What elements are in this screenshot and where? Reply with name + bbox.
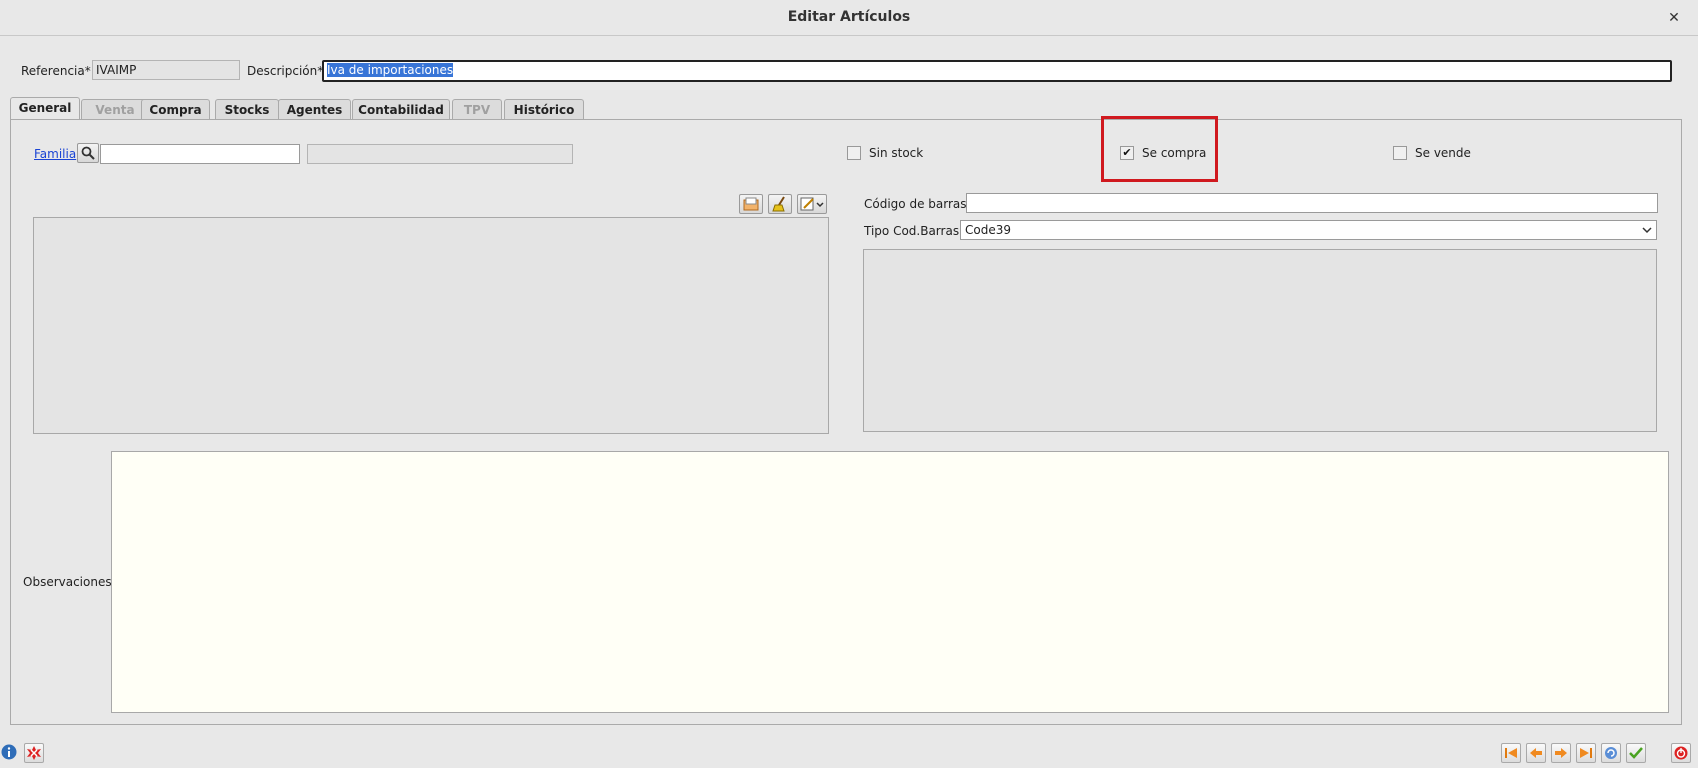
- last-record-icon[interactable]: [1576, 743, 1596, 763]
- descripcion-value: Iva de importaciones: [327, 63, 454, 77]
- se-vende-checkbox[interactable]: [1393, 146, 1407, 160]
- se-compra-label: Se compra: [1142, 146, 1207, 160]
- tab-historico[interactable]: Histórico: [504, 99, 584, 119]
- se-compra-checkbox[interactable]: ✔: [1120, 146, 1134, 160]
- tab-label: Histórico: [513, 103, 575, 117]
- tipo-cod-barras-label: Tipo Cod.Barras: [864, 224, 960, 238]
- barcode-preview: [863, 249, 1657, 432]
- refresh-icon[interactable]: [1601, 743, 1621, 763]
- tab-label: Contabilidad: [358, 103, 444, 117]
- tipo-cod-barras-select[interactable]: Code39: [960, 220, 1657, 240]
- codigo-barras-input[interactable]: [966, 193, 1658, 213]
- previous-record-icon[interactable]: [1526, 743, 1546, 763]
- delete-icon[interactable]: [24, 743, 44, 763]
- info-icon[interactable]: [1, 744, 17, 760]
- next-record-icon[interactable]: [1551, 743, 1571, 763]
- se-vende-label: Se vende: [1415, 146, 1471, 160]
- tab-label: General: [18, 101, 72, 115]
- tab-compra[interactable]: Compra: [141, 99, 210, 119]
- tab-general[interactable]: General: [10, 97, 80, 120]
- close-icon[interactable]: ✕: [1664, 8, 1684, 28]
- tab-label: TPV: [463, 103, 491, 117]
- tab-label: Stocks: [224, 103, 270, 117]
- exit-icon[interactable]: [1671, 743, 1691, 763]
- sin-stock-label: Sin stock: [869, 146, 924, 160]
- familia-code-input[interactable]: [100, 144, 300, 164]
- descripcion-label: Descripción*: [247, 64, 324, 78]
- familia-description-field: [307, 144, 573, 164]
- referencia-label: Referencia*: [21, 64, 91, 78]
- search-icon[interactable]: [77, 143, 99, 163]
- observaciones-label: Observaciones: [23, 575, 112, 589]
- edit-icon[interactable]: [797, 194, 827, 214]
- first-record-icon[interactable]: [1501, 743, 1521, 763]
- sin-stock-checkbox[interactable]: [847, 146, 861, 160]
- referencia-field[interactable]: IVAIMP: [92, 60, 240, 80]
- observaciones-textarea[interactable]: [111, 451, 1669, 713]
- tab-venta[interactable]: Venta: [81, 99, 149, 119]
- tipo-cod-barras-value: Code39: [965, 223, 1011, 237]
- descripcion-field[interactable]: Iva de importaciones: [322, 60, 1672, 82]
- familia-link[interactable]: Familia: [34, 147, 76, 161]
- window-title: Editar Artículos: [787, 9, 911, 25]
- tab-agentes[interactable]: Agentes: [278, 99, 351, 119]
- tab-label: Venta: [95, 103, 135, 117]
- chevron-down-icon: [1642, 221, 1652, 244]
- codigo-barras-label: Código de barras: [864, 197, 967, 211]
- image-box: [33, 217, 829, 434]
- folder-icon[interactable]: [739, 194, 763, 214]
- tab-contabilidad[interactable]: Contabilidad: [352, 99, 450, 119]
- tab-label: Agentes: [286, 103, 343, 117]
- tab-stocks[interactable]: Stocks: [215, 99, 279, 119]
- tab-label: Compra: [149, 103, 202, 117]
- tab-tpv[interactable]: TPV: [452, 99, 502, 119]
- broom-icon[interactable]: [768, 194, 792, 214]
- accept-icon[interactable]: [1626, 743, 1646, 763]
